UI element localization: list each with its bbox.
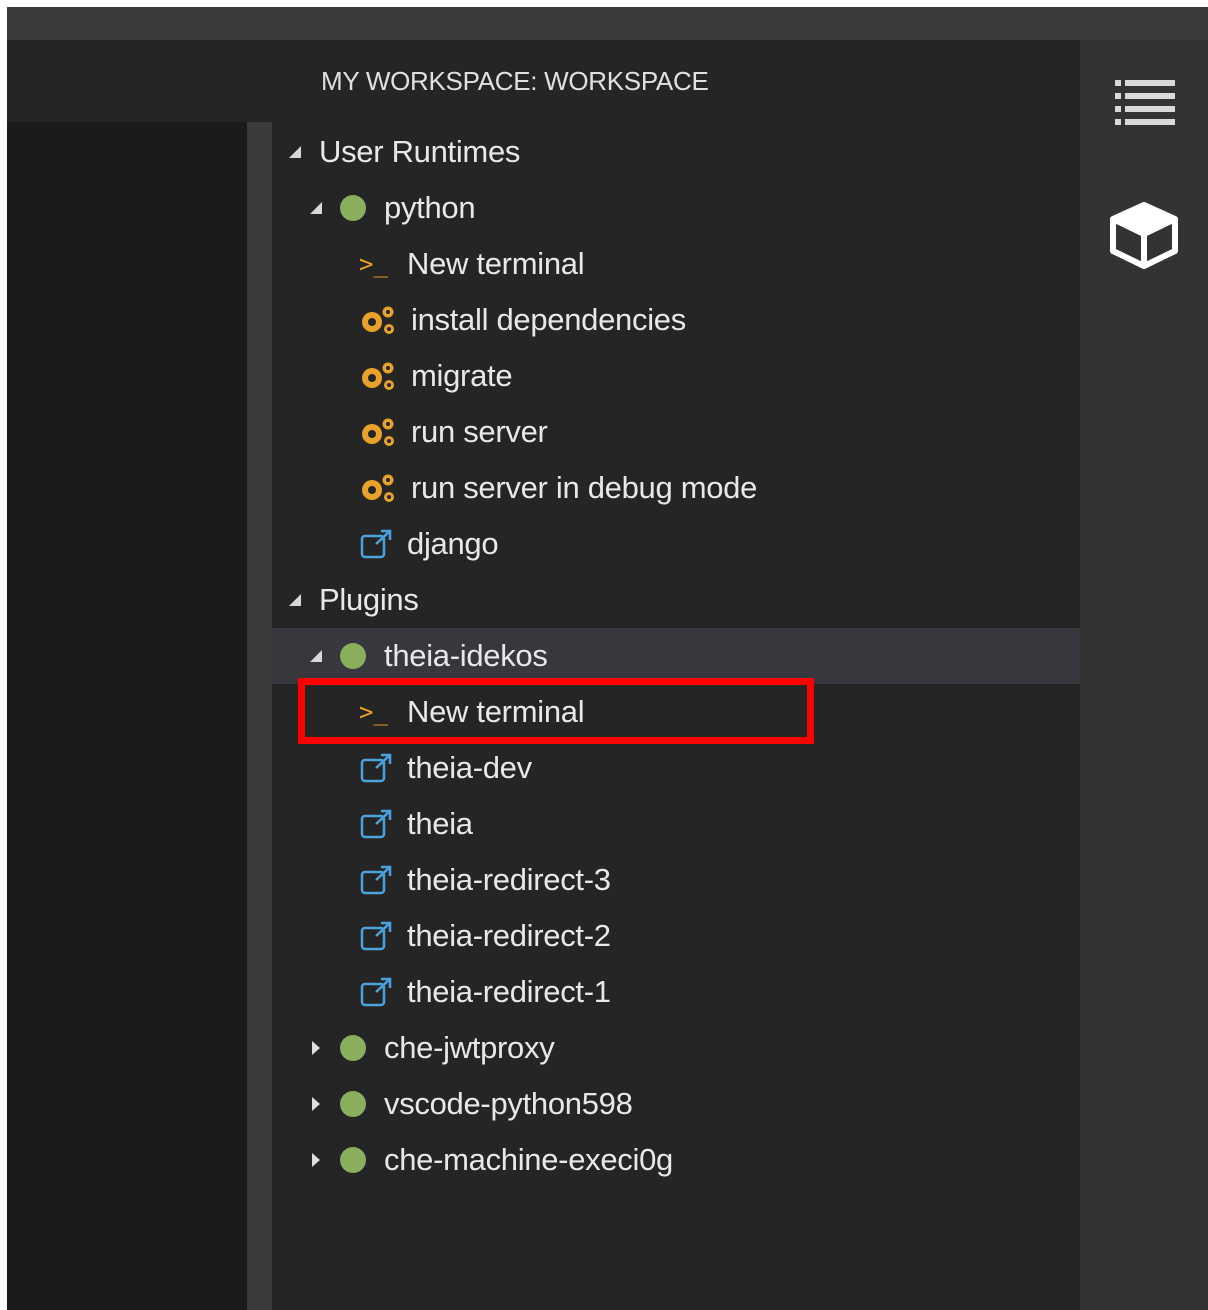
caret-right-icon[interactable] xyxy=(312,1041,320,1055)
tree-node-label: che-jwtproxy xyxy=(384,1030,555,1065)
tree-node-label: python xyxy=(384,190,476,225)
command-run-server[interactable]: run server xyxy=(272,404,1167,460)
endpoint-theia-dev[interactable]: theia-dev xyxy=(272,740,1167,796)
tree-node-theia-idekos[interactable]: theia-idekos xyxy=(272,628,1118,684)
command-run-server-debug[interactable]: run server in debug mode xyxy=(272,460,1167,516)
editor-area[interactable] xyxy=(7,122,247,1310)
command-label: run server in debug mode xyxy=(411,470,758,505)
gears-icon xyxy=(362,474,394,502)
tree-node-user-runtimes[interactable]: User Runtimes xyxy=(272,124,1097,180)
command-label: New terminal xyxy=(407,694,585,729)
status-dot-icon xyxy=(340,643,366,669)
terminal-icon: >_ xyxy=(359,250,388,278)
command-install-dependencies[interactable]: install dependencies xyxy=(272,292,1167,348)
tree-node-label: theia-idekos xyxy=(384,638,548,673)
status-dot-icon xyxy=(340,1035,366,1061)
external-link-icon xyxy=(360,921,392,951)
tree-node-label: Plugins xyxy=(319,582,419,617)
external-link-icon xyxy=(360,977,392,1007)
outline-list-icon[interactable] xyxy=(1115,78,1175,126)
tree-node-label: che-machine-execi0g xyxy=(384,1142,673,1177)
status-dot-icon xyxy=(340,1147,366,1173)
caret-down-icon[interactable] xyxy=(289,146,301,158)
terminal-icon: >_ xyxy=(359,698,388,726)
tree-node-vscode-python[interactable]: vscode-python598 xyxy=(272,1076,1120,1132)
command-label: New terminal xyxy=(407,246,585,281)
endpoint-theia-redirect-3[interactable]: theia-redirect-3 xyxy=(272,852,1167,908)
tree-node-che-machine-exec[interactable]: che-machine-execi0g xyxy=(272,1132,1120,1188)
status-dot-icon xyxy=(340,195,366,221)
right-activity-bar xyxy=(1080,40,1208,1310)
caret-down-icon[interactable] xyxy=(289,594,301,606)
command-label: install dependencies xyxy=(411,302,686,337)
endpoint-label: theia-redirect-3 xyxy=(407,862,611,897)
external-link-icon xyxy=(360,809,392,839)
caret-down-icon[interactable] xyxy=(310,650,322,662)
editor-scrollbar[interactable] xyxy=(247,122,272,1310)
endpoint-label: django xyxy=(407,526,499,561)
caret-down-icon[interactable] xyxy=(310,202,322,214)
endpoint-label: theia-redirect-1 xyxy=(407,974,611,1009)
tree-node-python[interactable]: python xyxy=(272,180,1118,236)
tree-node-che-jwtproxy[interactable]: che-jwtproxy xyxy=(272,1020,1120,1076)
endpoint-label: theia-dev xyxy=(407,750,532,785)
gears-icon xyxy=(362,362,394,390)
status-dot-icon xyxy=(340,1091,366,1117)
cube-icon[interactable] xyxy=(1107,200,1181,270)
tree-node-label: User Runtimes xyxy=(319,134,521,169)
external-link-icon xyxy=(360,753,392,783)
gears-icon xyxy=(362,418,394,446)
editor-header xyxy=(7,40,272,122)
command-new-terminal-plugin[interactable]: >_ New terminal xyxy=(272,684,1167,740)
ide-window: MY WORKSPACE: WORKSPACE User Runtimes py… xyxy=(7,7,1208,1310)
command-label: migrate xyxy=(411,358,513,393)
command-new-terminal[interactable]: >_ New terminal xyxy=(272,236,1167,292)
command-label: run server xyxy=(411,414,548,449)
external-link-icon xyxy=(360,865,392,895)
gears-icon xyxy=(362,306,394,334)
caret-right-icon[interactable] xyxy=(312,1153,320,1167)
top-bar xyxy=(7,7,1208,40)
endpoint-label: theia-redirect-2 xyxy=(407,918,611,953)
command-migrate[interactable]: migrate xyxy=(272,348,1167,404)
external-link-icon xyxy=(360,529,392,559)
workspace-tree: User Runtimes python >_ New terminal ins… xyxy=(272,124,1118,1188)
caret-right-icon[interactable] xyxy=(312,1097,320,1111)
endpoint-theia[interactable]: theia xyxy=(272,796,1167,852)
tree-node-plugins[interactable]: Plugins xyxy=(272,572,1097,628)
panel-title: MY WORKSPACE: WORKSPACE xyxy=(321,66,709,96)
tree-node-label: vscode-python598 xyxy=(384,1086,633,1121)
endpoint-label: theia xyxy=(407,806,473,841)
endpoint-theia-redirect-2[interactable]: theia-redirect-2 xyxy=(272,908,1167,964)
endpoint-theia-redirect-1[interactable]: theia-redirect-1 xyxy=(272,964,1167,1020)
workspace-panel: MY WORKSPACE: WORKSPACE User Runtimes py… xyxy=(272,40,1118,1310)
endpoint-django[interactable]: django xyxy=(272,516,1167,572)
